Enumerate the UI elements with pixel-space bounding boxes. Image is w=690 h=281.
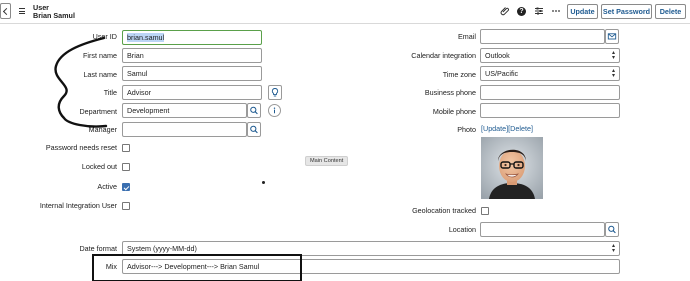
settings-sliders-icon[interactable]	[534, 6, 544, 16]
user-photo	[481, 137, 543, 199]
photo-label: Photo	[457, 125, 476, 134]
delete-button[interactable]: Delete	[655, 4, 686, 19]
locked-out-checkbox[interactable]	[122, 163, 130, 171]
date-format-label: Date format	[79, 244, 117, 253]
manager-label: Manager	[88, 125, 117, 134]
mix-highlight-box	[92, 254, 302, 281]
title-lightbulb-button[interactable]	[268, 85, 282, 100]
internal-integration-user-label: Internal Integration User	[39, 201, 117, 210]
help-icon[interactable]: ?	[517, 7, 526, 16]
geolocation-tracked-label: Geolocation tracked	[412, 206, 476, 215]
time-zone-select[interactable]: US/Pacific ▴ ▾	[480, 66, 620, 81]
select-arrows-icon: ▴ ▾	[611, 243, 615, 254]
email-label: Email	[458, 32, 476, 41]
business-phone-label: Business phone	[424, 88, 476, 97]
time-zone-value: US/Pacific	[485, 69, 519, 78]
last-name-field[interactable]: Samul	[122, 66, 262, 81]
first-name-label: First name	[83, 51, 117, 60]
record-name: Brian Samul	[33, 11, 75, 20]
calendar-integration-label: Calendar integration	[411, 51, 476, 60]
geolocation-tracked-checkbox[interactable]	[481, 207, 489, 215]
send-email-button[interactable]	[605, 29, 619, 44]
title-label: Title	[103, 88, 117, 97]
select-arrows-icon: ▴ ▾	[611, 68, 615, 79]
password-needs-reset-checkbox[interactable]	[122, 144, 130, 152]
first-name-field[interactable]: Brian	[122, 48, 262, 63]
search-icon	[250, 106, 258, 115]
set-password-button[interactable]: Set Password	[601, 4, 652, 19]
location-field[interactable]	[480, 222, 605, 237]
title-field[interactable]: Advisor	[122, 85, 262, 100]
cursor-dot	[262, 181, 265, 184]
update-button[interactable]: Update	[567, 4, 598, 19]
hamburger-menu-icon[interactable]	[19, 8, 25, 14]
photo-delete-link[interactable]: [Delete]	[508, 124, 533, 133]
location-lookup-button[interactable]	[605, 222, 619, 237]
time-zone-label: Time zone	[442, 70, 476, 79]
email-field[interactable]	[480, 29, 605, 44]
info-icon	[273, 107, 276, 114]
calendar-integration-select[interactable]: Outlook ▴ ▾	[480, 48, 620, 63]
location-label: Location	[448, 225, 476, 234]
mobile-phone-label: Mobile phone	[432, 107, 476, 116]
internal-integration-user-checkbox[interactable]	[122, 202, 130, 210]
calendar-integration-value: Outlook	[485, 51, 510, 60]
department-lookup-button[interactable]	[247, 103, 261, 118]
manager-lookup-button[interactable]	[247, 122, 261, 137]
main-content-tooltip: Main Content	[305, 156, 349, 166]
envelope-icon	[607, 33, 617, 40]
lightbulb-icon	[271, 88, 279, 97]
active-checkbox[interactable]	[122, 183, 130, 191]
business-phone-field[interactable]	[480, 85, 620, 100]
select-arrows-icon: ▴ ▾	[611, 50, 615, 61]
form-header: User Brian Samul ? Update Set Password D…	[0, 0, 690, 24]
back-button[interactable]	[0, 3, 11, 19]
department-field[interactable]: Development	[122, 103, 247, 118]
paperclip-icon[interactable]	[500, 6, 510, 16]
user-id-field[interactable]: brian.samul	[122, 30, 262, 45]
photo-update-link[interactable]: [Update]	[481, 124, 508, 133]
locked-out-label: Locked out	[81, 162, 117, 171]
last-name-label: Last name	[83, 70, 117, 79]
user-id-value: brian.samul	[127, 33, 165, 42]
department-label: Department	[79, 107, 117, 116]
active-label: Active	[97, 182, 117, 191]
search-icon	[250, 125, 258, 134]
more-options-icon[interactable]	[551, 6, 561, 16]
department-info-button[interactable]	[268, 104, 281, 117]
photo-links: [Update][Delete]	[481, 124, 533, 134]
date-format-value: System (yyyy-MM-dd)	[127, 244, 197, 253]
manager-field[interactable]	[122, 122, 247, 137]
user-id-label: User ID	[92, 32, 117, 41]
search-icon	[608, 225, 616, 234]
mobile-phone-field[interactable]	[480, 103, 620, 118]
password-needs-reset-label: Password needs reset	[45, 143, 117, 152]
